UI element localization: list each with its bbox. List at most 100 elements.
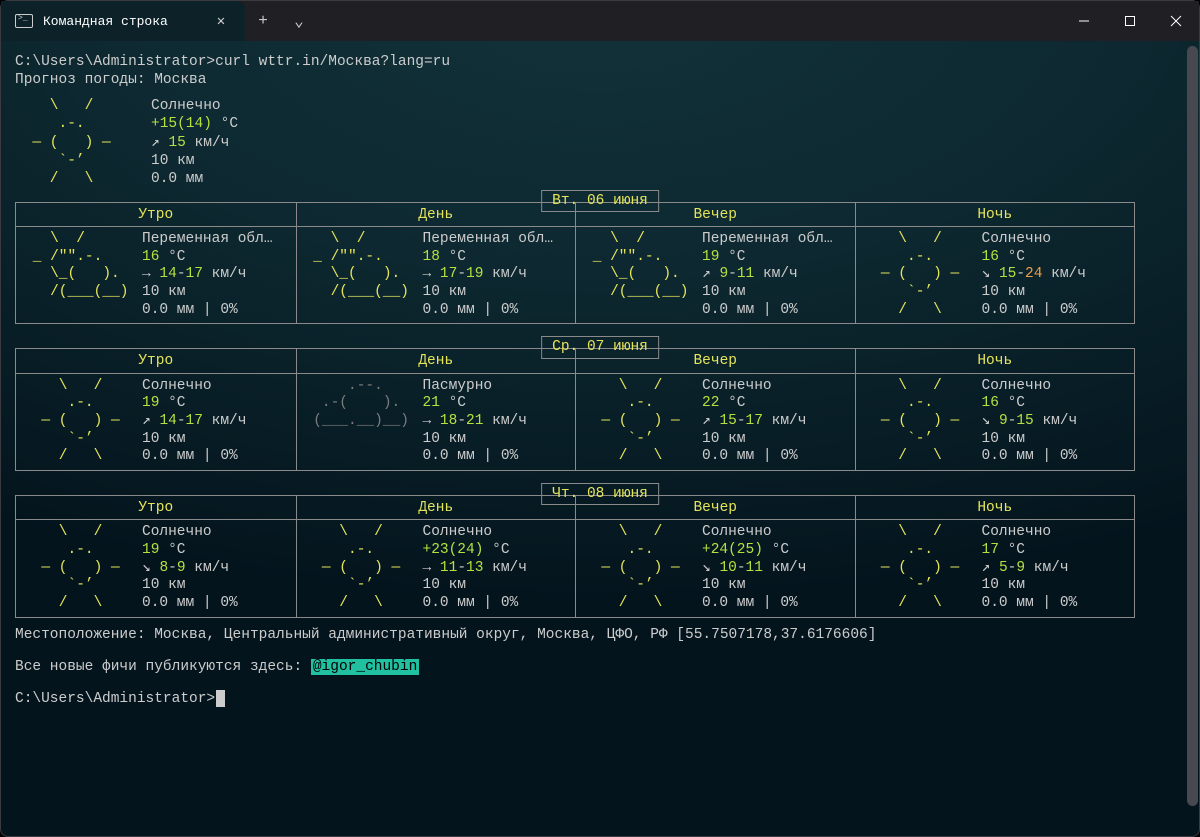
daypart-header: Утро <box>16 349 296 373</box>
news-line: Все новые фичи публикуются здесь: @igor_… <box>15 658 1185 676</box>
weather-ascii-icon: \ / .-. ― ( ) ― `-’ / \ <box>24 378 136 466</box>
forecast-cell: \ / _ /"".-. \_( ). /(___(__)Переменная … <box>576 227 855 323</box>
wind: → 17-19 км/ч <box>423 266 554 284</box>
forecast-column: День .--. .-( ). (___.__)__) Пасмурно21 … <box>296 349 576 470</box>
weather-ascii-icon: \ / .-. ― ( ) ― `-’ / \ <box>584 378 696 466</box>
command-text: curl wttr.in/Москва?lang=ru <box>215 54 450 70</box>
forecast-cell-info: Переменная обл…18 °C→ 17-19 км/ч10 км0.0… <box>423 231 554 319</box>
forecast-date: Чт. 08 июня <box>541 483 659 505</box>
precipitation: 0.0 мм | 0% <box>142 302 273 320</box>
forecast-cell: \ / .-. ― ( ) ― `-’ / \Солнечно22 °C↗ 15… <box>576 374 855 470</box>
current-info: Солнечно +15(14) °C ↗ 15 км/ч 10 км 0.0 … <box>151 97 238 188</box>
wind: ↗ 5-9 км/ч <box>982 560 1078 578</box>
forecast-column: Утро \ / _ /"".-. \_( ). /(___(__)Переме… <box>16 203 296 324</box>
visibility: 10 км <box>423 577 527 595</box>
condition-text: Солнечно <box>982 231 1086 249</box>
temperature: 16 °C <box>982 249 1086 267</box>
visibility: 10 км <box>982 284 1086 302</box>
maximize-button[interactable] <box>1107 1 1153 41</box>
wind: ↗ 15-17 км/ч <box>702 413 806 431</box>
tab-close-button[interactable]: ✕ <box>207 13 235 30</box>
current-precipitation: 0.0 мм <box>151 170 238 188</box>
weather-ascii-icon: \ / .-. ― ( ) ― `-’ / \ <box>584 524 696 612</box>
daypart-header: Утро <box>16 496 296 520</box>
forecast-cell: \ / _ /"".-. \_( ). /(___(__)Переменная … <box>16 227 296 323</box>
temperature: +24(25) °C <box>702 542 806 560</box>
forecast-cell-info: Солнечно16 °C↘ 9-15 км/ч10 км0.0 мм | 0% <box>982 378 1078 466</box>
precipitation: 0.0 мм | 0% <box>142 448 246 466</box>
forecast-column: Ночь \ / .-. ― ( ) ― `-’ / \Солнечно16 °… <box>855 349 1135 470</box>
new-tab-button[interactable]: + <box>245 1 281 41</box>
forecast-cell-info: Солнечно19 °C↘ 8-9 км/ч10 км0.0 мм | 0% <box>142 524 238 612</box>
visibility: 10 км <box>982 577 1078 595</box>
scrollbar-thumb[interactable] <box>1187 46 1198 806</box>
wind: → 18-21 км/ч <box>423 413 527 431</box>
wind: ↘ 9-15 км/ч <box>982 413 1078 431</box>
forecast-column: Ночь \ / .-. ― ( ) ― `-’ / \Солнечно16 °… <box>855 203 1135 324</box>
visibility: 10 км <box>423 431 527 449</box>
tab-title: Командная строка <box>43 14 168 29</box>
condition-text: Переменная обл… <box>702 231 833 249</box>
forecast-cell: \ / .-. ― ( ) ― `-’ / \Солнечно16 °C↘ 15… <box>856 227 1135 323</box>
temperature: 19 °C <box>702 249 833 267</box>
forecast-cell: \ / .-. ― ( ) ― `-’ / \Солнечно16 °C↘ 9-… <box>856 374 1135 470</box>
forecast-column: День \ / _ /"".-. \_( ). /(___(__)Переме… <box>296 203 576 324</box>
weather-ascii-icon: \ / .-. ― ( ) ― `-’ / \ <box>864 231 976 319</box>
forecast-cell-info: Переменная обл…19 °C↗ 9-11 км/ч10 км0.0 … <box>702 231 833 319</box>
visibility: 10 км <box>142 431 246 449</box>
precipitation: 0.0 мм | 0% <box>702 448 806 466</box>
weather-ascii-icon: \ / .-. ― ( ) ― `-’ / \ <box>24 524 136 612</box>
precipitation: 0.0 мм | 0% <box>982 595 1078 613</box>
visibility: 10 км <box>142 284 273 302</box>
vertical-scrollbar[interactable] <box>1187 46 1198 826</box>
wind: ↗ 9-11 км/ч <box>702 266 833 284</box>
forecast-cell-info: Солнечно19 °C↗ 14-17 км/ч10 км0.0 мм | 0… <box>142 378 246 466</box>
twitter-handle: @igor_chubin <box>311 659 419 675</box>
cursor <box>216 690 225 707</box>
daypart-header: Утро <box>16 203 296 227</box>
forecast-cell: \ / .-. ― ( ) ― `-’ / \Солнечно+23(24) °… <box>297 520 576 616</box>
precipitation: 0.0 мм | 0% <box>982 302 1086 320</box>
current-conditions: \ / .-. ― ( ) ― `-’ / \ Солнечно +15(14)… <box>15 97 1185 188</box>
forecast-cell: \ / .-. ― ( ) ― `-’ / \Солнечно17 °C↗ 5-… <box>856 520 1135 616</box>
condition-text: Солнечно <box>982 378 1078 396</box>
precipitation: 0.0 мм | 0% <box>702 595 806 613</box>
current-visibility: 10 км <box>151 152 238 170</box>
current-temp: +15(14) °C <box>151 115 238 133</box>
minimize-button[interactable] <box>1061 1 1107 41</box>
forecast-column: Ночь \ / .-. ― ( ) ― `-’ / \Солнечно17 °… <box>855 496 1135 617</box>
titlebar-drag-region[interactable] <box>317 1 1061 41</box>
location-line: Местоположение: Москва, Центральный адми… <box>15 626 1185 644</box>
prompt: C:\Users\Administrator> <box>15 54 215 70</box>
forecast-cell: \ / _ /"".-. \_( ). /(___(__)Переменная … <box>297 227 576 323</box>
wind: ↗ 14-17 км/ч <box>142 413 246 431</box>
visibility: 10 км <box>982 431 1078 449</box>
forecast-cell-info: Переменная обл…16 °C→ 14-17 км/ч10 км0.0… <box>142 231 273 319</box>
terminal-viewport[interactable]: C:\Users\Administrator>curl wttr.in/Моск… <box>1 41 1199 714</box>
condition-text: Солнечно <box>423 524 527 542</box>
visibility: 10 км <box>702 577 806 595</box>
temperature: 16 °C <box>982 395 1078 413</box>
prompt-line[interactable]: C:\Users\Administrator> <box>15 690 1185 708</box>
forecast-column: Вечер \ / _ /"".-. \_( ). /(___(__)Перем… <box>575 203 855 324</box>
daypart-header: Ночь <box>856 203 1135 227</box>
tab-active[interactable]: Командная строка ✕ <box>1 1 245 41</box>
weather-ascii-icon: \ / _ /"".-. \_( ). /(___(__) <box>584 231 696 302</box>
close-window-button[interactable] <box>1153 1 1199 41</box>
weather-ascii-icon: \ / .-. ― ( ) ― `-’ / \ <box>305 524 417 612</box>
wind: → 14-17 км/ч <box>142 266 273 284</box>
daypart-header: День <box>297 349 576 373</box>
forecast-header: Прогноз погоды: Москва <box>15 71 1185 89</box>
forecast-cell-info: Солнечно16 °C↘ 15-24 км/ч10 км0.0 мм | 0… <box>982 231 1086 319</box>
temperature: 22 °C <box>702 395 806 413</box>
condition-text: Солнечно <box>702 378 806 396</box>
tab-dropdown-button[interactable]: ⌄ <box>281 1 317 41</box>
current-condition: Солнечно <box>151 97 238 115</box>
condition-text: Солнечно <box>142 378 246 396</box>
prompt: C:\Users\Administrator> <box>15 691 215 707</box>
forecast-cell-info: Солнечно22 °C↗ 15-17 км/ч10 км0.0 мм | 0… <box>702 378 806 466</box>
wind: → 11-13 км/ч <box>423 560 527 578</box>
weather-ascii-icon: \ / _ /"".-. \_( ). /(___(__) <box>24 231 136 302</box>
forecast-date: Вт. 06 июня <box>541 190 659 212</box>
daypart-header: День <box>297 496 576 520</box>
